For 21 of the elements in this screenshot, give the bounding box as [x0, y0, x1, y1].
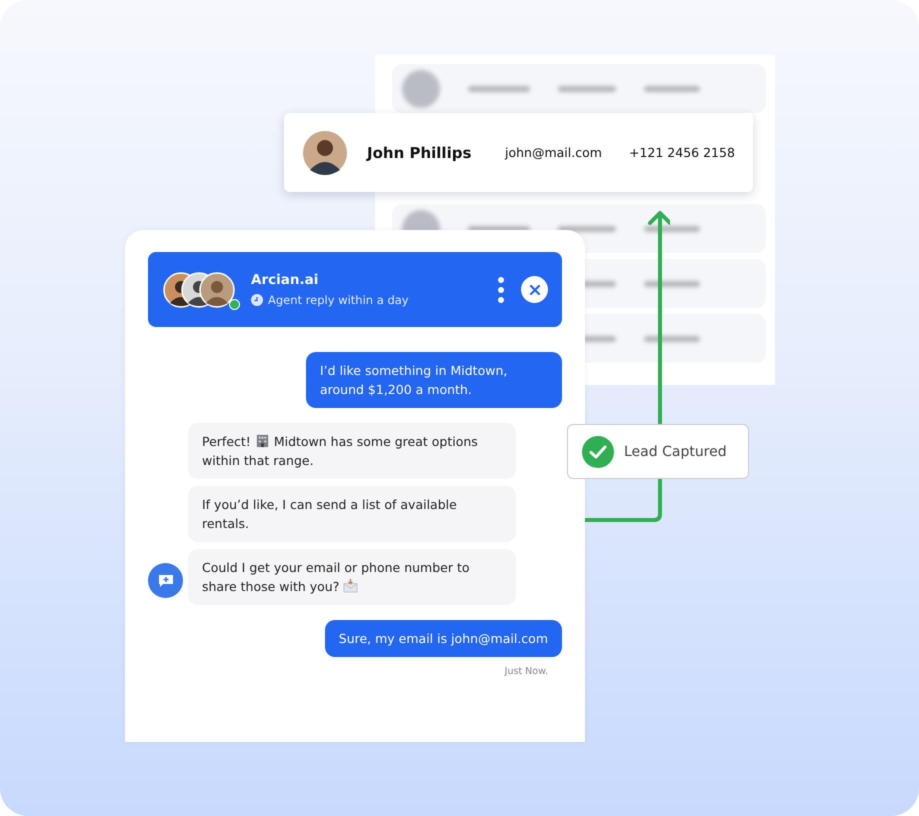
close-icon: [530, 284, 540, 294]
vertical-dots-icon: [498, 276, 504, 302]
chat-title: Arcian.ai: [251, 272, 320, 288]
avatar-icon: [302, 130, 348, 176]
building-icon: [254, 433, 270, 448]
message-time: Just Now.: [504, 666, 548, 677]
chat-subtitle: Agent reply within a day: [268, 293, 409, 307]
agent-message: If you’d like, I can send a list of available rentals.: [188, 486, 516, 542]
agent-message: Perfect! Midtown has some great options within that range.: [188, 423, 516, 479]
contact-name: John Phillips: [367, 144, 472, 162]
lead-captured-label: Lead Captured: [624, 444, 727, 460]
more-options-button[interactable]: [496, 276, 506, 303]
contact-phone: +121 2456 2158: [629, 145, 736, 160]
avatar-icon: [199, 272, 235, 308]
user-message: Sure, my email is john@mail.com: [324, 620, 562, 657]
envelope-icon: [343, 578, 358, 593]
clock-icon: [251, 294, 263, 306]
close-button[interactable]: [521, 276, 548, 303]
user-message: I’d like something in Midtown, around $1,200 a month.: [306, 352, 562, 408]
agent-message: Could I get your email or phone number to share those with you?: [188, 549, 516, 605]
contact-email: john@mail.com: [505, 145, 603, 160]
